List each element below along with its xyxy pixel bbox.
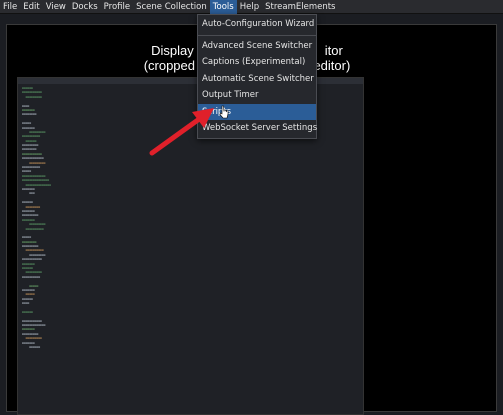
code-line: ▬▬▬▬▬▬ — [22, 345, 41, 350]
menu-item-websocket-settings[interactable]: WebSocket Server Settings — [198, 120, 317, 137]
tools-menu: Auto-Configuration Wizard Advanced Scene… — [197, 14, 317, 139]
menu-edit[interactable]: Edit — [20, 0, 42, 14]
menu-item-output-timer[interactable]: Output Timer — [198, 87, 316, 104]
menubar: File Edit View Docks Profile Scene Colle… — [0, 0, 503, 14]
menu-view[interactable]: View — [43, 0, 69, 14]
menu-docks[interactable]: Docks — [69, 0, 101, 14]
menu-profile[interactable]: Profile — [101, 0, 133, 14]
menu-item-captions[interactable]: Captions (Experimental) — [198, 54, 316, 71]
menu-help[interactable]: Help — [237, 0, 262, 14]
menu-file[interactable]: File — [0, 0, 20, 14]
menu-streamelements[interactable]: StreamElements — [262, 0, 338, 14]
menu-item-automatic-scene-switcher[interactable]: Automatic Scene Switcher — [198, 71, 316, 88]
menu-item-advanced-scene-switcher[interactable]: Advanced Scene Switcher — [198, 38, 316, 55]
menu-item-auto-config-wizard[interactable]: Auto-Configuration Wizard — [198, 16, 316, 33]
menu-tools[interactable]: Tools — [209, 0, 237, 14]
menu-scene-collection[interactable]: Scene Collection — [133, 0, 210, 14]
menu-item-scripts[interactable]: Scripts — [198, 103, 316, 120]
menu-separator — [198, 34, 316, 36]
